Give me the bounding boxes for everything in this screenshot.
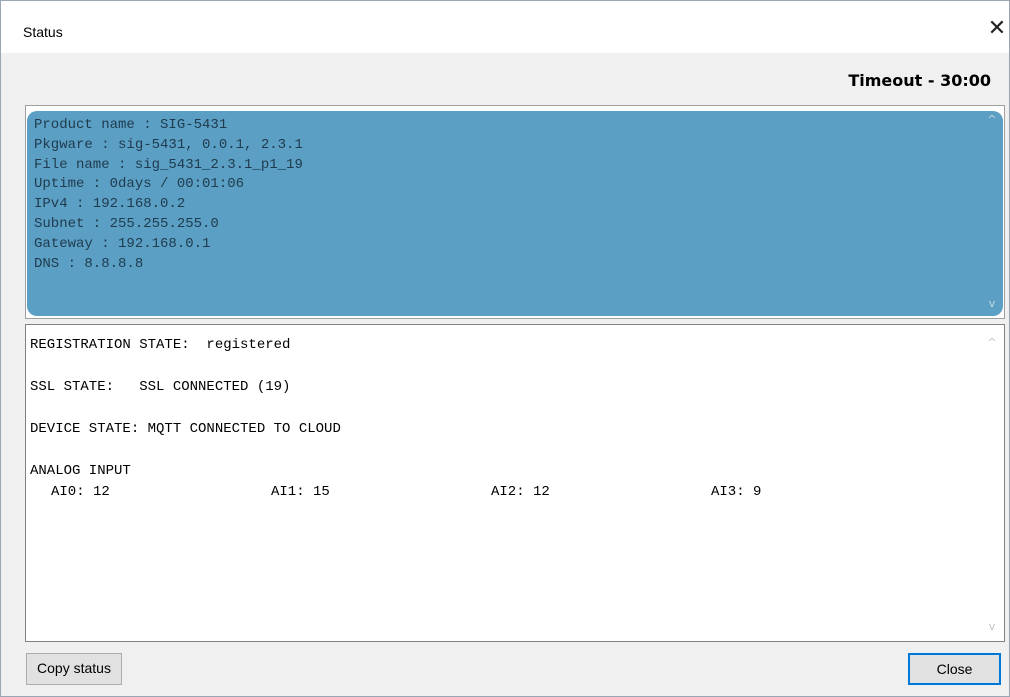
- info-line-product-name: Product name : SIG-5431: [34, 117, 228, 133]
- scroll-up-icon[interactable]: ^: [984, 112, 1000, 128]
- info-line-gateway: Gateway : 192.168.0.1: [34, 235, 211, 252]
- scroll-down-icon[interactable]: v: [984, 619, 1000, 635]
- device-info-textbox[interactable]: Product name : SIG-5431 Pkgware : sig-54…: [25, 105, 1005, 319]
- info-line-dns: DNS : 8.8.8.8: [34, 255, 144, 272]
- ssl-state-line: SSL STATE: SSL CONNECTED (19): [30, 379, 291, 395]
- status-textbox[interactable]: REGISTRATION STATE: registered SSL STATE…: [25, 324, 1005, 642]
- info-line-pkgware: Pkgware : sig-5431, 0.0.1, 2.3.1: [34, 136, 303, 153]
- device-info-lines: Product name : SIG-5431 Pkgware : sig-54…: [34, 116, 303, 274]
- copy-status-button[interactable]: Copy status: [26, 653, 122, 685]
- status-dialog: Status ✕ Timeout - 30:00 Product name : …: [0, 0, 1010, 697]
- scroll-down-icon[interactable]: v: [984, 296, 1000, 312]
- analog-input-header: ANALOG INPUT: [30, 463, 131, 479]
- close-icon[interactable]: ✕: [981, 13, 1010, 45]
- scroll-up-icon[interactable]: ^: [984, 335, 1000, 351]
- close-button[interactable]: Close: [908, 653, 1001, 685]
- registration-state-line: REGISTRATION STATE: registered: [30, 337, 291, 353]
- window-title: Status: [23, 24, 63, 40]
- analog-input-ai0: AI0: 12: [51, 484, 110, 500]
- info-line-file-name: File name : sig_5431_2.3.1_p1_19: [34, 156, 303, 173]
- info-line-uptime: Uptime : 0days / 00:01:06: [34, 176, 245, 193]
- device-state-line: DEVICE STATE: MQTT CONNECTED TO CLOUD: [30, 421, 341, 437]
- info-line-subnet: Subnet : 255.255.255.0: [34, 215, 219, 232]
- status-lines: REGISTRATION STATE: registered SSL STATE…: [30, 335, 761, 503]
- info-line-ipv4: IPv4 : 192.168.0.2: [34, 196, 186, 213]
- analog-input-ai2: AI2: 12: [491, 484, 550, 500]
- title-bar: Status ✕: [1, 1, 1009, 53]
- analog-input-ai3: AI3: 9: [711, 484, 762, 500]
- analog-input-row: AI0: 12 AI1: 15 AI2: 12 AI3: 9: [30, 482, 761, 503]
- timeout-label: Timeout - 30:00: [848, 71, 991, 90]
- analog-input-ai1: AI1: 15: [271, 484, 330, 500]
